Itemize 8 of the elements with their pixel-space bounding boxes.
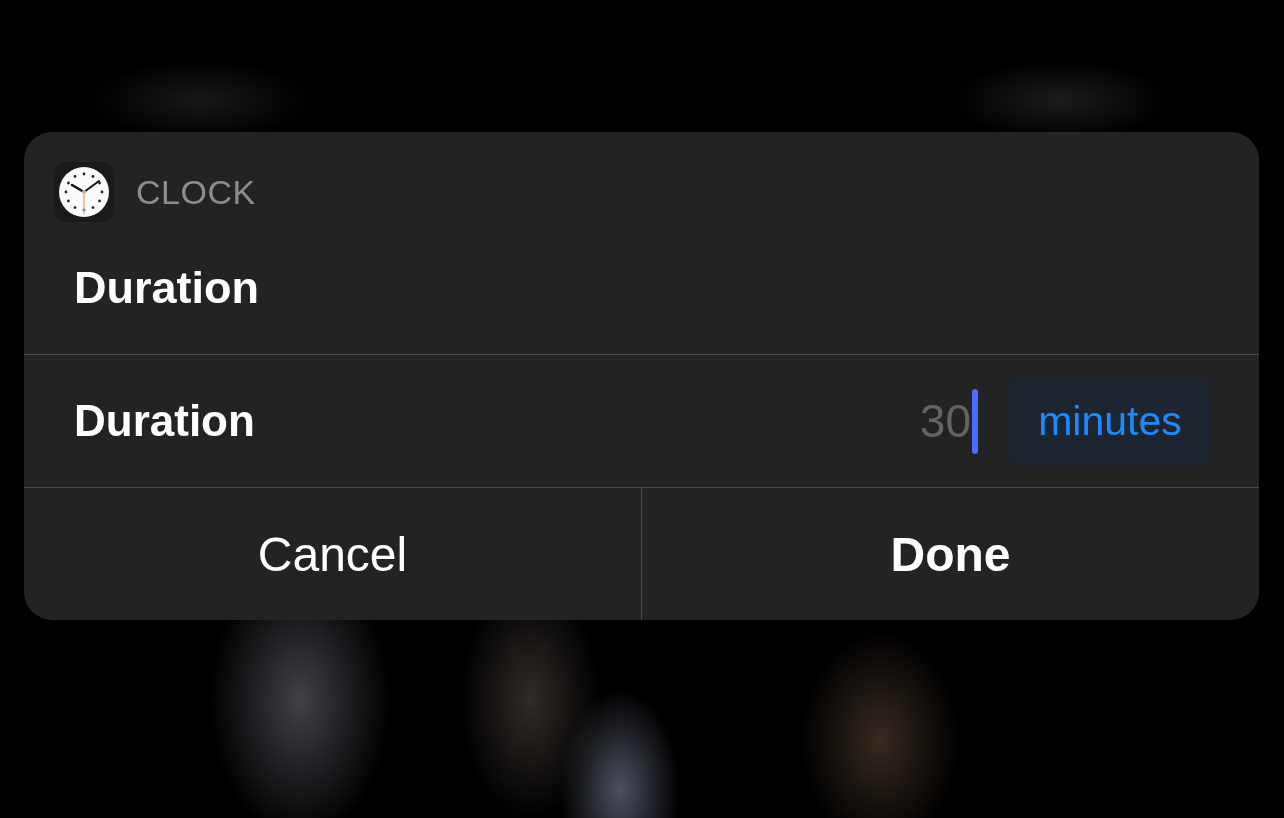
done-button[interactable]: Done — [641, 488, 1259, 620]
unit-button[interactable]: minutes — [1008, 376, 1212, 466]
clock-app-icon — [54, 162, 114, 222]
dialog-title: Duration — [74, 262, 259, 314]
field-label: Duration — [74, 396, 256, 446]
cancel-button[interactable]: Cancel — [24, 488, 641, 620]
app-name: CLOCK — [136, 172, 256, 212]
duration-input[interactable]: 30 — [917, 394, 971, 448]
